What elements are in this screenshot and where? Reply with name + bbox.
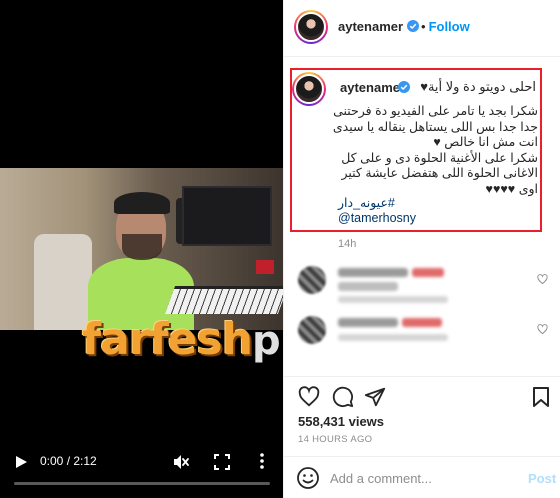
heart-icon[interactable] — [298, 386, 320, 408]
bookmark-icon[interactable] — [532, 386, 550, 408]
caption-avatar[interactable] — [292, 72, 326, 106]
heart-icon[interactable] — [537, 324, 548, 335]
verified-badge-icon — [407, 20, 419, 32]
blurred-text — [338, 282, 398, 291]
more-options-icon[interactable] — [258, 452, 266, 470]
header-dot: • — [421, 19, 426, 34]
red-device — [256, 260, 274, 274]
caption-line: شكرا بجد يا تامر على الفيديو دة فرحتنى — [333, 104, 538, 118]
person-beard — [122, 234, 162, 260]
comment-item — [298, 266, 548, 306]
emoji-icon[interactable] — [296, 466, 320, 490]
header-divider — [284, 56, 560, 57]
person-cap — [114, 192, 170, 214]
post-comment-button[interactable]: Post — [528, 471, 556, 486]
follow-label: Follow — [428, 19, 470, 34]
caption-body: شكرا بجد يا تامر على الفيديو دة فرحتنى ج… — [302, 104, 538, 197]
post-panel: aytenamer • Follow aytenamer احلى دويتو د… — [283, 0, 560, 498]
video-player[interactable]: farfeshplus.com 0:00 / 2:12 — [0, 0, 283, 498]
header-username[interactable]: aytenamer — [338, 19, 403, 34]
caption-line: انت مش انا خالص ♥ — [433, 135, 538, 149]
mention-link[interactable]: @tamerhosny — [338, 211, 416, 225]
blurred-username — [338, 318, 398, 327]
watermark: farfeshplus.com — [82, 318, 283, 362]
caption-line: شكرا على الأغنية الحلوة دى و على كل — [341, 150, 538, 165]
blurred-username — [338, 268, 408, 277]
heart-icon[interactable] — [537, 274, 548, 285]
post-date: 14 HOURS AGO — [298, 434, 373, 445]
comment-item — [298, 316, 548, 356]
commenter-avatar[interactable] — [298, 316, 326, 344]
bottom-divider — [284, 456, 560, 457]
caption-line: الاغانى الحلوة اللى هتفضل عايشة كتير — [341, 166, 538, 180]
video-time: 0:00 / 2:12 — [40, 454, 97, 468]
blurred-emoji — [412, 268, 444, 277]
caption-first-line: احلى دويتو دة ولا أية♥ — [420, 79, 536, 94]
header-avatar[interactable] — [294, 10, 328, 44]
caption-username[interactable]: aytenamer — [340, 80, 405, 95]
muted-speaker-icon[interactable] — [172, 453, 190, 471]
video-progress-track[interactable] — [14, 482, 270, 485]
caption-line: جدا جدا بس اللى يستاهل ينقاله يا سيدى — [332, 119, 538, 134]
caption-time: 14h — [338, 238, 357, 250]
play-icon[interactable] — [14, 455, 28, 469]
share-icon[interactable] — [364, 386, 386, 408]
video-frame[interactable] — [0, 168, 283, 330]
hashtag-link[interactable]: #عيونه_دار — [338, 195, 395, 210]
comment-icon[interactable] — [332, 386, 354, 408]
studio-monitor — [182, 186, 272, 246]
follow-button[interactable]: • Follow — [421, 19, 470, 34]
blurred-emoji — [402, 318, 442, 327]
fullscreen-icon[interactable] — [214, 454, 230, 470]
piano-keyboard — [164, 286, 283, 314]
blurred-meta — [338, 296, 448, 303]
commenter-avatar[interactable] — [298, 266, 326, 294]
watermark-main: farfesh — [82, 314, 253, 365]
watermark-tail: plus.com — [252, 318, 283, 364]
comments-divider — [284, 376, 560, 377]
comment-input[interactable] — [330, 467, 510, 489]
blurred-meta — [338, 334, 448, 341]
verified-badge-icon — [398, 81, 410, 93]
views-count[interactable]: 558,431 views — [298, 414, 384, 429]
